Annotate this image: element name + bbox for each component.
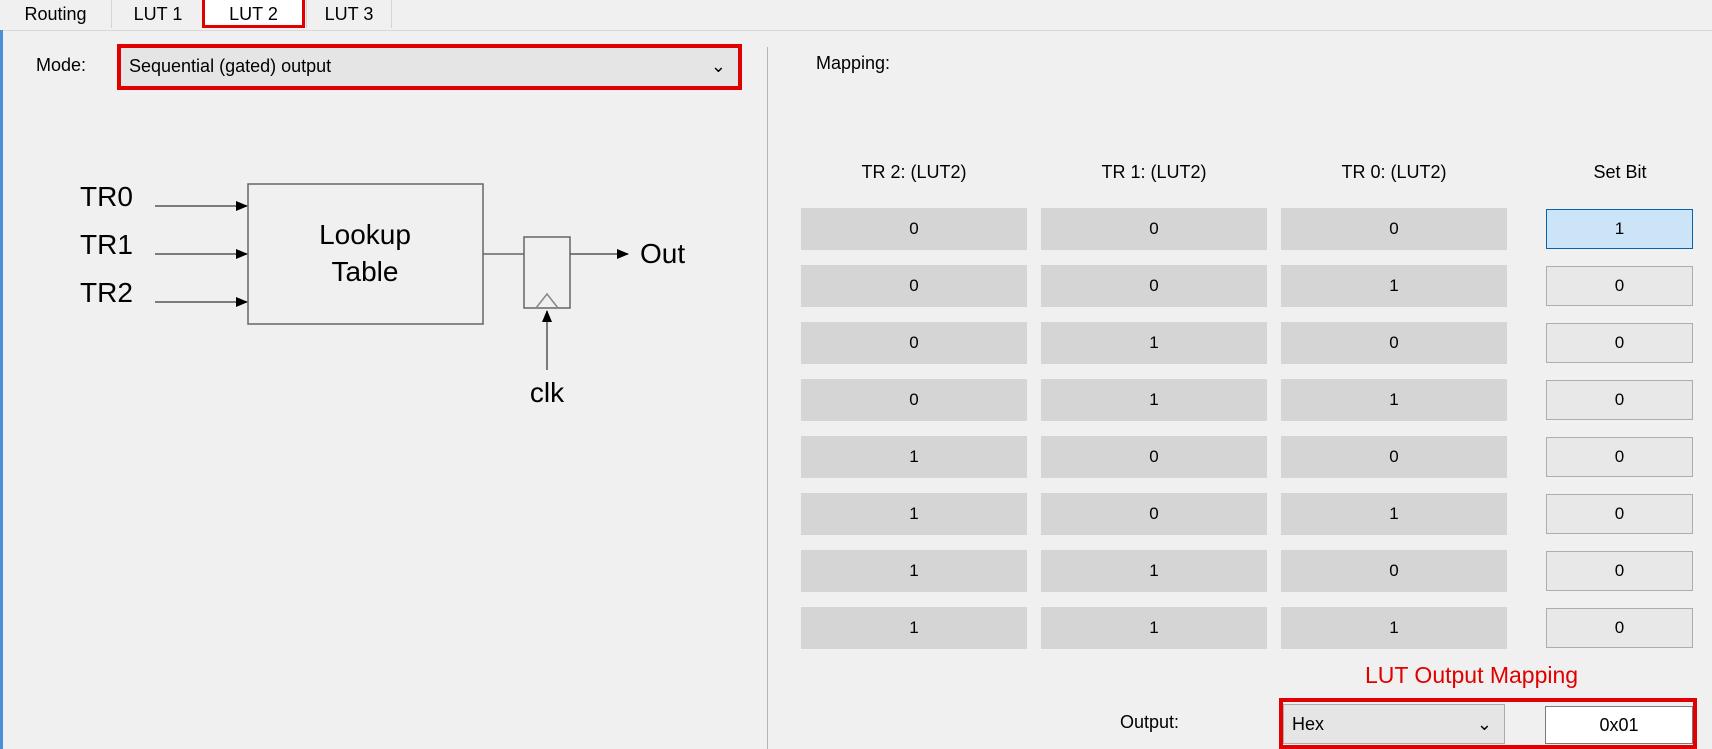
mapping-label: Mapping: — [816, 53, 891, 73]
cell-tr1-row-0: 0 — [1041, 208, 1267, 250]
chevron-down-icon: ⌄ — [710, 56, 726, 76]
flipflop-box — [523, 236, 571, 309]
set-bit-row-6[interactable]: 0 — [1546, 551, 1693, 591]
tab-routing[interactable]: Routing — [0, 0, 112, 28]
lut-diagram: TR0 TR1 TR2 Lookup Table Out clk — [80, 181, 685, 408]
set-bit-row-2[interactable]: 0 — [1546, 323, 1693, 363]
set-bit-row-3[interactable]: 0 — [1546, 380, 1693, 420]
header-set-bit: Set Bit — [1593, 162, 1647, 182]
set-bit-row-5[interactable]: 0 — [1546, 494, 1693, 534]
cell-tr2-row-3: 0 — [801, 379, 1027, 421]
tab-lut2[interactable]: LUT 2 — [202, 0, 305, 28]
cell-tr1-row-5: 0 — [1041, 493, 1267, 535]
cell-tr0-row-5: 1 — [1281, 493, 1507, 535]
output-label: Out — [640, 238, 685, 269]
cell-tr1-row-2: 1 — [1041, 322, 1267, 364]
output-hex-field[interactable]: 0x01 — [1545, 706, 1693, 744]
window-edge — [0, 30, 3, 749]
tab-lut1[interactable]: LUT 1 — [116, 0, 200, 28]
input-tr2-label: TR2 — [80, 277, 133, 308]
cell-tr1-row-1: 0 — [1041, 265, 1267, 307]
lookup-table-box — [247, 183, 484, 325]
input-tr1-label: TR1 — [80, 229, 133, 260]
clock-edge-triangle — [535, 292, 559, 309]
lookup-table-text-2: Table — [332, 256, 399, 287]
header-tr0: TR 0: (LUT2) — [1341, 162, 1447, 182]
cell-tr0-row-2: 0 — [1281, 322, 1507, 364]
output-format-value: Hex — [1292, 714, 1325, 734]
lut-output-mapping-annotation: LUT Output Mapping — [1365, 662, 1579, 688]
cell-tr0-row-1: 1 — [1281, 265, 1507, 307]
set-bit-row-0[interactable]: 1 — [1546, 209, 1693, 249]
output-format-select[interactable]: Hex ⌄ — [1283, 704, 1505, 744]
cell-tr2-row-6: 1 — [801, 550, 1027, 592]
cell-tr1-row-7: 1 — [1041, 607, 1267, 649]
cell-tr2-row-1: 0 — [801, 265, 1027, 307]
cell-tr0-row-4: 0 — [1281, 436, 1507, 478]
cell-tr2-row-4: 1 — [801, 436, 1027, 478]
set-bit-row-1[interactable]: 0 — [1546, 266, 1693, 306]
set-bit-row-4[interactable]: 0 — [1546, 437, 1693, 477]
tab-bar: Routing LUT 1 LUT 2 LUT 3 — [0, 0, 1712, 31]
cell-tr2-row-0: 0 — [801, 208, 1027, 250]
mode-select[interactable]: Sequential (gated) output ⌄ — [117, 44, 742, 90]
cell-tr1-row-4: 0 — [1041, 436, 1267, 478]
header-tr2: TR 2: (LUT2) — [861, 162, 967, 182]
chevron-down-icon: ⌄ — [1476, 714, 1492, 734]
panel-divider — [767, 47, 768, 749]
cell-tr0-row-0: 0 — [1281, 208, 1507, 250]
mode-select-value: Sequential (gated) output — [129, 56, 332, 76]
input-tr0-label: TR0 — [80, 181, 133, 212]
cell-tr1-row-3: 1 — [1041, 379, 1267, 421]
header-tr1: TR 1: (LUT2) — [1101, 162, 1207, 182]
output-label: Output: — [1120, 712, 1180, 732]
set-bit-row-7[interactable]: 0 — [1546, 608, 1693, 648]
cell-tr1-row-6: 1 — [1041, 550, 1267, 592]
cell-tr0-row-6: 0 — [1281, 550, 1507, 592]
cell-tr2-row-2: 0 — [801, 322, 1027, 364]
clock-label: clk — [530, 377, 565, 408]
tab-lut3[interactable]: LUT 3 — [306, 0, 392, 28]
cell-tr0-row-7: 1 — [1281, 607, 1507, 649]
cell-tr2-row-5: 1 — [801, 493, 1027, 535]
cell-tr0-row-3: 1 — [1281, 379, 1507, 421]
cell-tr2-row-7: 1 — [801, 607, 1027, 649]
lookup-table-text-1: Lookup — [319, 219, 411, 250]
mode-label: Mode: — [36, 55, 87, 75]
